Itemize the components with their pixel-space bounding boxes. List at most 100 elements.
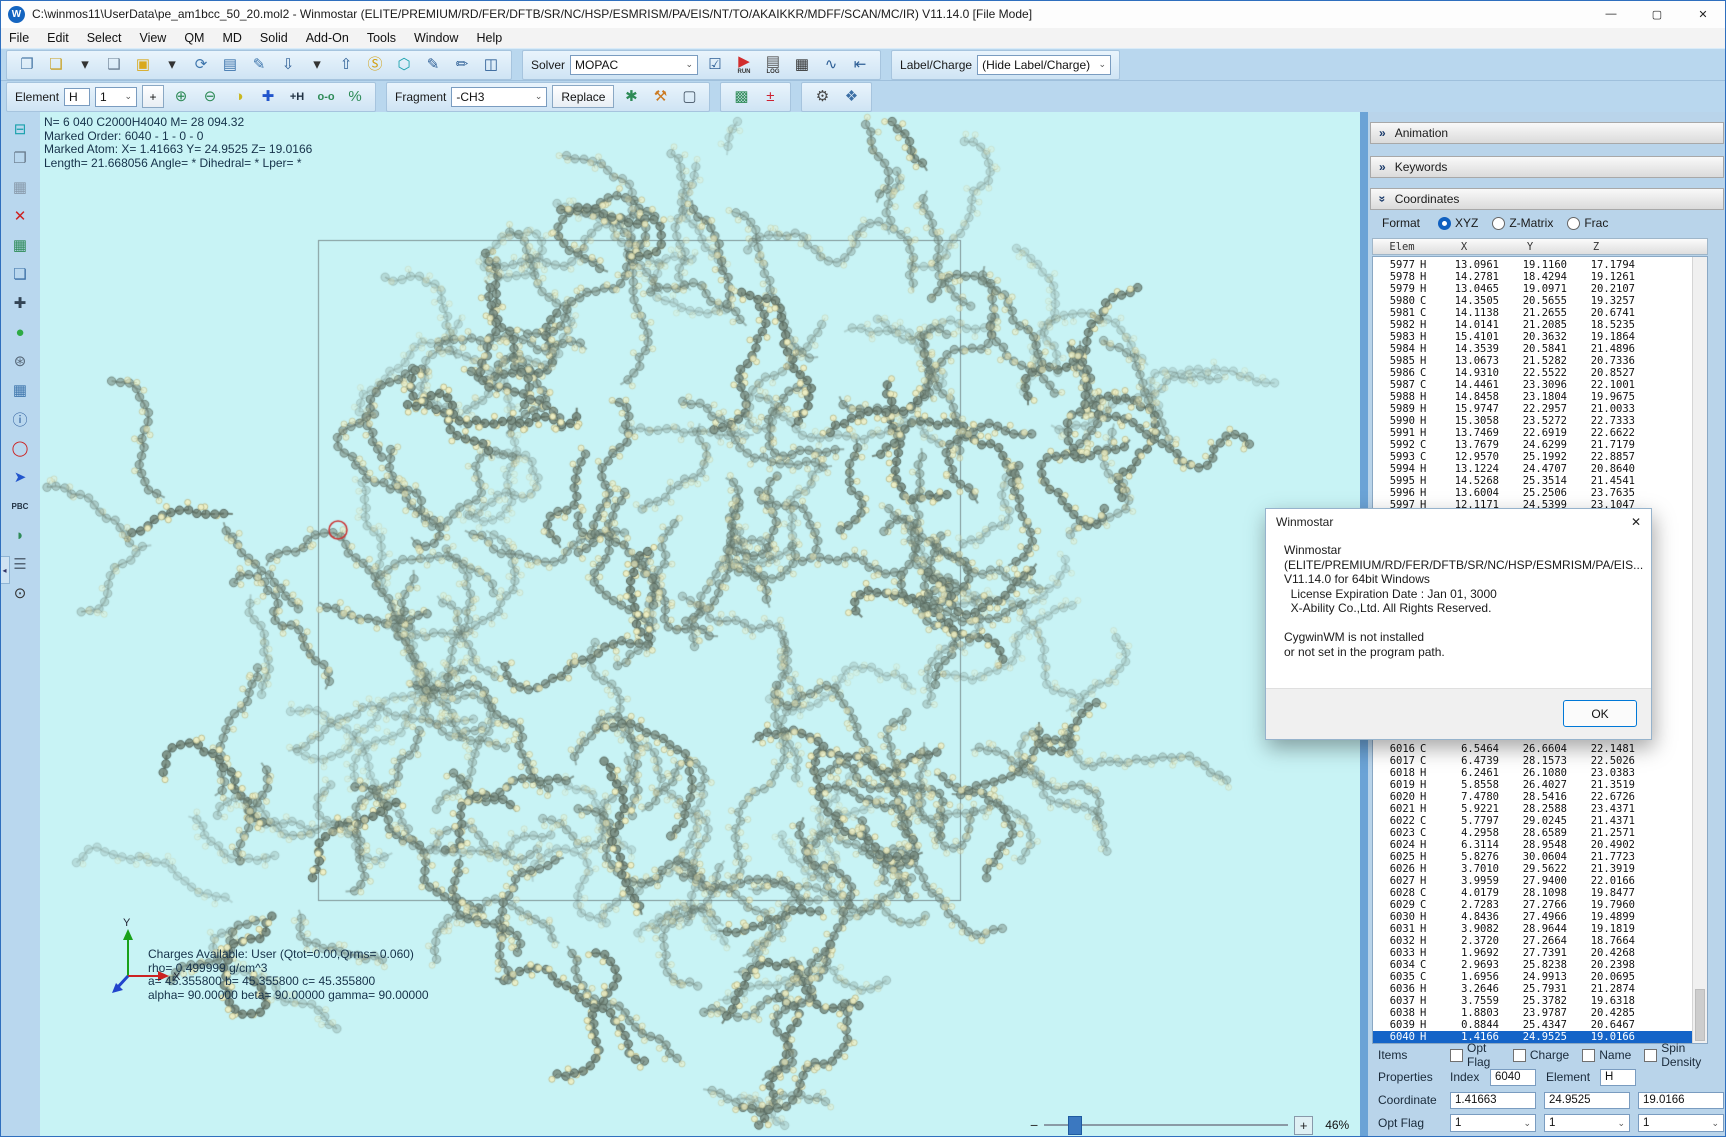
pbc-icon[interactable]: PBC bbox=[7, 494, 33, 518]
dialog-close-button[interactable]: ✕ bbox=[1631, 515, 1641, 529]
model-viewport[interactable]: N= 6 040 C2000H4040 M= 28 094.32 Marked … bbox=[40, 112, 1360, 1137]
menu-item[interactable]: MD bbox=[213, 31, 250, 45]
cell-box-icon[interactable]: ▢ bbox=[677, 84, 701, 110]
coordinate-row[interactable]: 6027 H 3.9959 27.9400 22.0166 bbox=[1373, 875, 1693, 887]
coordinate-x-field[interactable]: 1.41663 bbox=[1450, 1092, 1536, 1109]
menu-item[interactable]: View bbox=[130, 31, 175, 45]
coordinate-row[interactable]: 6037 H 3.7559 25.3782 19.6318 bbox=[1373, 995, 1693, 1007]
coordinate-row[interactable]: 5984 H 14.3539 20.5841 21.4896 bbox=[1373, 343, 1693, 355]
result-graph-icon[interactable]: ∿ bbox=[819, 52, 843, 78]
format-radio[interactable]: Z-Matrix bbox=[1492, 216, 1553, 230]
maximize-button[interactable]: ▢ bbox=[1634, 0, 1680, 28]
coordinate-row[interactable]: 5992 C 13.7679 24.6299 21.7179 bbox=[1373, 439, 1693, 451]
coordinate-row[interactable]: 6032 H 2.3720 27.2664 18.7664 bbox=[1373, 935, 1693, 947]
fit-view-icon[interactable]: ✚ bbox=[7, 291, 33, 315]
table-blue-icon[interactable]: ▦ bbox=[7, 378, 33, 402]
replace-button[interactable]: Replace bbox=[552, 85, 614, 108]
keywords-section-header[interactable]: » Keywords bbox=[1370, 156, 1724, 178]
display-checkbox[interactable]: Opt Flag bbox=[1450, 1041, 1500, 1069]
change-atom-icon[interactable]: ◑ bbox=[227, 84, 251, 110]
coordinate-row[interactable]: 5989 H 15.9747 22.2957 21.0033 bbox=[1373, 403, 1693, 415]
open-file-icon[interactable]: ❏ bbox=[44, 52, 68, 78]
coordinate-row[interactable]: 6020 H 7.4780 28.5416 22.6726 bbox=[1373, 791, 1693, 803]
coordinate-row[interactable]: 5991 H 13.7469 22.6919 22.6622 bbox=[1373, 427, 1693, 439]
optflag-select-3[interactable]: 1 ⌄ bbox=[1638, 1114, 1724, 1132]
save-as-icon[interactable]: ▤ bbox=[218, 52, 242, 78]
table-scrollbar[interactable] bbox=[1692, 257, 1707, 1043]
coordinate-row[interactable]: 6029 C 2.7283 27.2766 19.7960 bbox=[1373, 899, 1693, 911]
edit-molecule-icon[interactable]: ✎ bbox=[421, 52, 445, 78]
import-caret[interactable]: ▾ bbox=[305, 52, 329, 78]
open-page-icon[interactable]: ❐ bbox=[15, 52, 39, 78]
column-z[interactable]: Z bbox=[1563, 241, 1629, 253]
fragment-combo[interactable]: -CH3 ⌄ bbox=[451, 87, 547, 107]
coordinate-row[interactable]: 5996 H 13.6004 25.2506 23.7635 bbox=[1373, 487, 1693, 499]
zoom-slider-handle[interactable] bbox=[1068, 1116, 1082, 1135]
supercell-icon[interactable]: ▩ bbox=[729, 84, 753, 110]
check-input-icon[interactable]: ☑ bbox=[703, 52, 727, 78]
import-result-icon[interactable]: ⇤ bbox=[848, 52, 872, 78]
globe-icon[interactable]: ● bbox=[7, 320, 33, 344]
solver-combo[interactable]: MOPAC ⌄ bbox=[570, 55, 698, 75]
format-radio[interactable]: XYZ bbox=[1438, 216, 1478, 230]
coordinate-row[interactable]: 5990 H 15.3058 23.5272 22.7333 bbox=[1373, 415, 1693, 427]
coordinate-row[interactable]: 6023 C 4.2958 28.6589 21.2571 bbox=[1373, 827, 1693, 839]
measure-icon[interactable]: % bbox=[343, 84, 367, 110]
project-tree-icon[interactable]: ⊟ bbox=[7, 117, 33, 141]
window-panel-icon[interactable]: ❐ bbox=[7, 146, 33, 170]
coordinate-row[interactable]: 5978 H 14.2781 18.4294 19.1261 bbox=[1373, 271, 1693, 283]
coordinate-row[interactable]: 5983 H 15.4101 20.3632 19.1864 bbox=[1373, 331, 1693, 343]
coordinate-row[interactable]: 6019 H 5.8558 26.4027 21.3519 bbox=[1373, 779, 1693, 791]
coordinate-z-field[interactable]: 19.0166 bbox=[1638, 1092, 1724, 1109]
column-elem[interactable]: Elem bbox=[1373, 241, 1431, 253]
menu-item[interactable]: Help bbox=[467, 31, 511, 45]
coordinate-row[interactable]: 6024 H 6.3114 28.9548 20.4902 bbox=[1373, 839, 1693, 851]
coordinate-row[interactable]: 5979 H 13.0465 19.0971 20.2107 bbox=[1373, 283, 1693, 295]
coordinate-row[interactable]: 6016 C 6.5464 26.6604 22.1481 bbox=[1373, 743, 1693, 755]
coordinate-row[interactable]: 6034 C 2.9693 25.8238 20.2398 bbox=[1373, 959, 1693, 971]
coordinate-row[interactable]: 5981 C 14.1138 21.2655 20.6741 bbox=[1373, 307, 1693, 319]
coordinate-row[interactable]: 5988 H 14.8458 23.1804 19.9675 bbox=[1373, 391, 1693, 403]
coordinate-row[interactable]: 5982 H 14.0141 21.2085 18.5235 bbox=[1373, 319, 1693, 331]
zoom-in-button[interactable]: + bbox=[1294, 1116, 1313, 1135]
import-icon[interactable]: ⇩ bbox=[276, 52, 300, 78]
column-y[interactable]: Y bbox=[1497, 241, 1563, 253]
coordinate-row[interactable]: 5994 H 13.1224 24.4707 20.8640 bbox=[1373, 463, 1693, 475]
coordinate-row[interactable]: 5985 H 13.0673 21.5282 20.7336 bbox=[1373, 355, 1693, 367]
zoom-out-button[interactable]: − bbox=[1030, 1117, 1038, 1133]
remove-atom-icon[interactable]: ⊖ bbox=[198, 84, 222, 110]
coordinate-row[interactable]: 5986 C 14.9310 22.5522 20.8527 bbox=[1373, 367, 1693, 379]
export-icon[interactable]: ⇧ bbox=[334, 52, 358, 78]
open-file-caret[interactable]: ▾ bbox=[73, 52, 97, 78]
rotate-view-icon[interactable]: ⊛ bbox=[7, 349, 33, 373]
save-caret[interactable]: ▾ bbox=[160, 52, 184, 78]
select-circle-icon[interactable]: ◯ bbox=[7, 436, 33, 460]
coordinate-row[interactable]: 6025 H 5.8276 30.0604 21.7723 bbox=[1373, 851, 1693, 863]
coordinate-row[interactable]: 5993 C 12.9570 25.1992 22.8857 bbox=[1373, 451, 1693, 463]
table-green-icon[interactable]: ▦ bbox=[7, 233, 33, 257]
menu-item[interactable]: Edit bbox=[38, 31, 78, 45]
coordinates-section-header[interactable]: » Coordinates bbox=[1370, 188, 1724, 210]
coordinate-row[interactable]: 6038 H 1.8803 23.9787 20.4285 bbox=[1373, 1007, 1693, 1019]
menu-item[interactable]: Tools bbox=[358, 31, 405, 45]
reload-icon[interactable]: ⟳ bbox=[189, 52, 213, 78]
coordinate-row[interactable]: 6033 H 1.9692 27.7391 20.4268 bbox=[1373, 947, 1693, 959]
coordinate-y-field[interactable]: 24.9525 bbox=[1544, 1092, 1630, 1109]
coordinate-row[interactable]: 5995 H 14.5268 25.3514 21.4541 bbox=[1373, 475, 1693, 487]
coordinate-row[interactable]: 6036 H 3.2646 25.7931 21.2874 bbox=[1373, 983, 1693, 995]
element-value-field[interactable]: H bbox=[1600, 1069, 1636, 1086]
window-link-icon[interactable]: ❖ bbox=[839, 84, 863, 110]
attach-fragment-icon[interactable]: ✱ bbox=[619, 84, 643, 110]
ok-button[interactable]: OK bbox=[1563, 700, 1637, 727]
menu-item[interactable]: Window bbox=[405, 31, 467, 45]
list-lines-icon[interactable]: ☰ bbox=[7, 552, 33, 576]
display-checkbox[interactable]: Charge bbox=[1513, 1048, 1569, 1062]
coordinate-row[interactable]: 5987 C 14.4461 23.3096 22.1001 bbox=[1373, 379, 1693, 391]
display-checkbox[interactable]: Spin Density bbox=[1644, 1041, 1711, 1069]
layers-icon[interactable]: ❏ bbox=[7, 262, 33, 286]
menu-item[interactable]: File bbox=[0, 31, 38, 45]
element-count-combo[interactable]: 1 ⌄ bbox=[95, 87, 137, 107]
bond-icon[interactable]: o-o bbox=[314, 84, 338, 110]
animation-section-header[interactable]: » Animation bbox=[1370, 122, 1724, 144]
format-radio[interactable]: Frac bbox=[1567, 216, 1608, 230]
